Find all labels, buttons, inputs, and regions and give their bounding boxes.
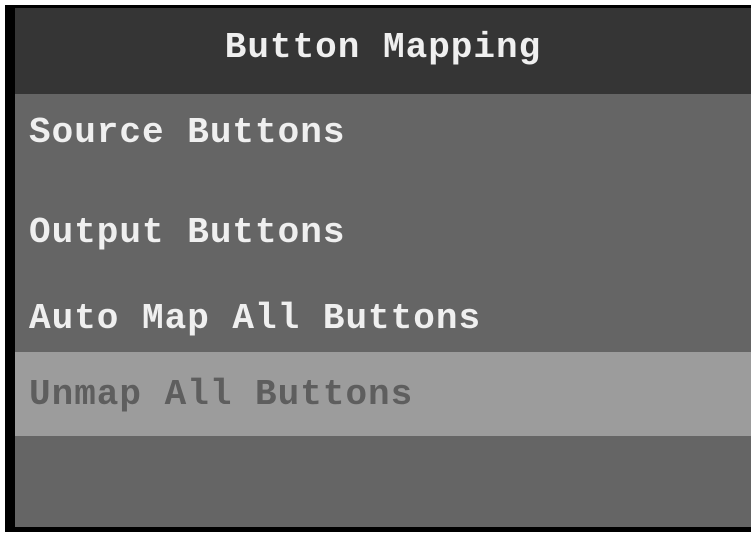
menu-item-source-buttons[interactable]: Source Buttons: [15, 94, 751, 170]
button-mapping-menu: Source Buttons Output Buttons Auto Map A…: [15, 94, 751, 527]
menu-item-label: Output Buttons: [29, 211, 346, 253]
menu-item-auto-map-all-buttons[interactable]: Auto Map All Buttons: [15, 280, 751, 356]
menu-item-label: Auto Map All Buttons: [29, 297, 482, 339]
menu-item-output-buttons[interactable]: Output Buttons: [15, 194, 751, 270]
menu-item-label: Source Buttons: [29, 111, 346, 153]
device-screen: Button Mapping Source Buttons Output But…: [5, 5, 751, 532]
menu-item-label: Unmap All Buttons: [29, 373, 414, 415]
title-bar: Button Mapping: [15, 8, 751, 94]
menu-item-unmap-all-buttons[interactable]: Unmap All Buttons: [15, 352, 751, 436]
page-title: Button Mapping: [224, 26, 542, 68]
